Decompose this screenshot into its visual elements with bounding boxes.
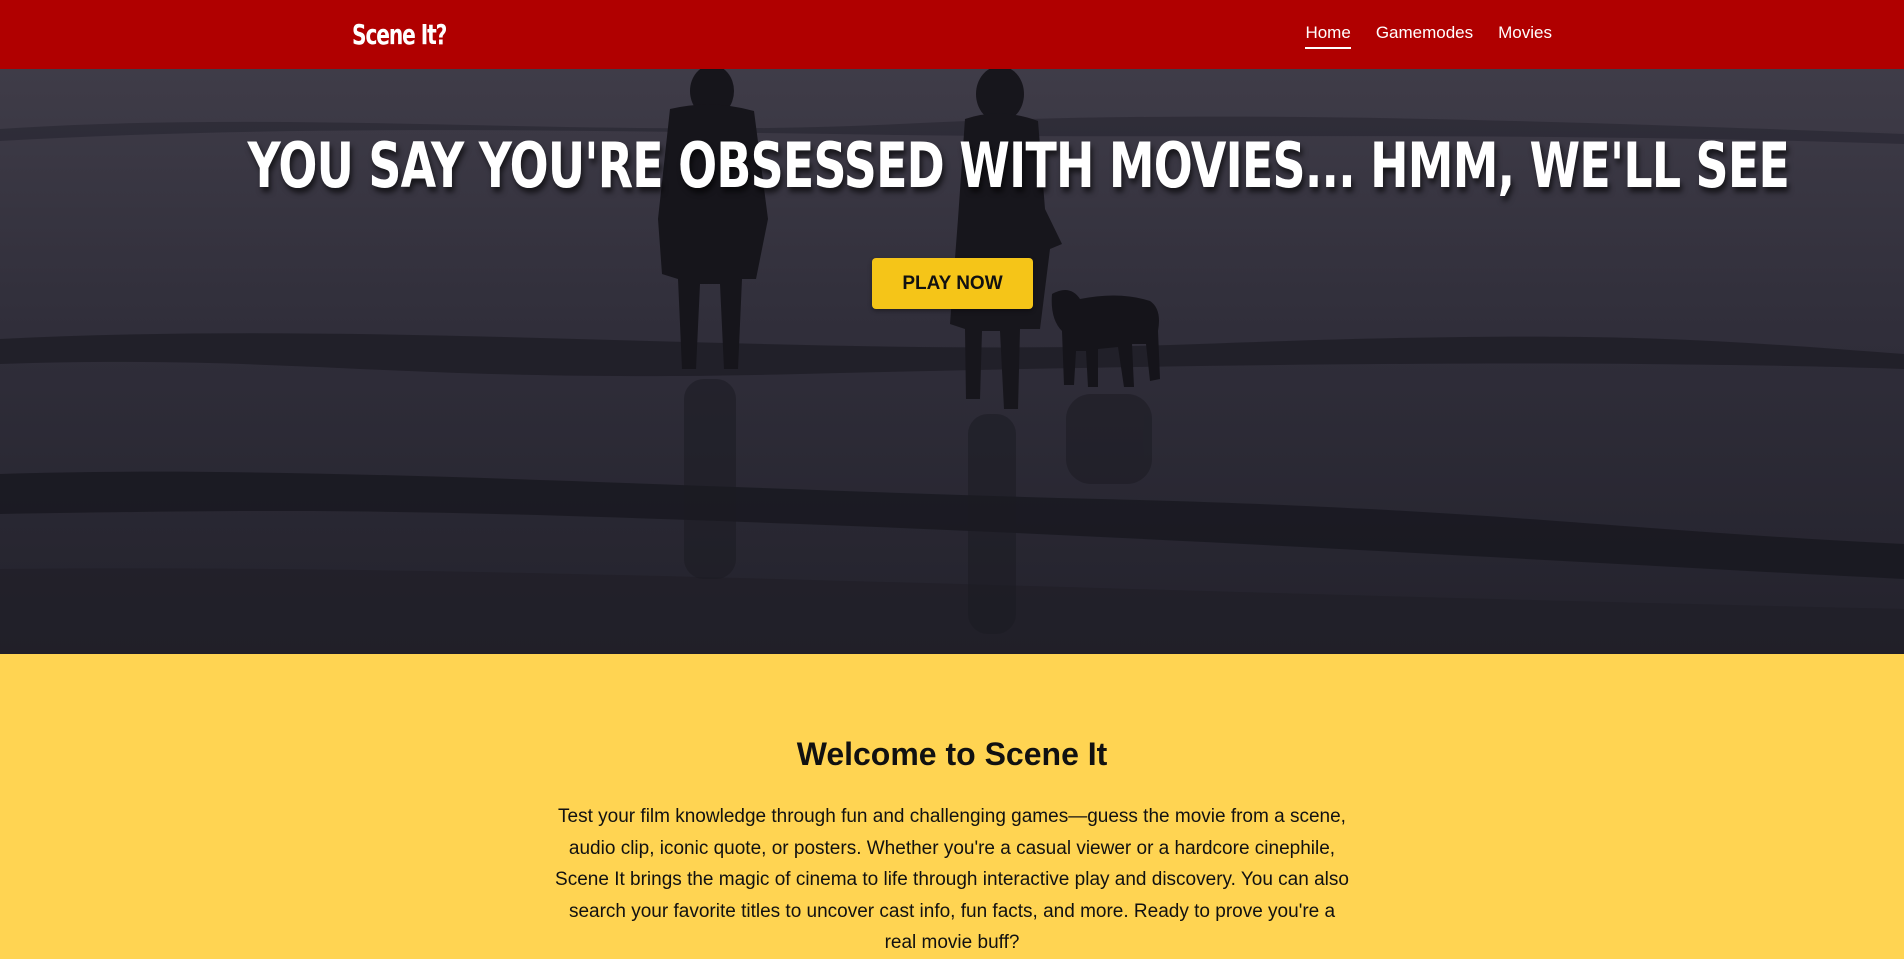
welcome-title: Welcome to Scene It — [796, 736, 1108, 772]
site-logo[interactable]: Scene It? — [352, 15, 447, 55]
welcome-section: Welcome to Scene It Test your film knowl… — [0, 654, 1904, 953]
nav-link-movies[interactable]: Movies — [1498, 22, 1552, 49]
hero-headline: YOU SAY YOU'RE OBSESSED WITH MOVIES... H… — [247, 129, 1790, 202]
play-now-button[interactable]: PLAY NOW — [872, 258, 1033, 309]
nav-link-gamemodes[interactable]: Gamemodes — [1376, 22, 1473, 49]
hero-section: YOU SAY YOU'RE OBSESSED WITH MOVIES... H… — [0, 69, 1904, 654]
welcome-description: Test your film knowledge through fun and… — [555, 806, 1349, 953]
nav-links: Home Gamemodes Movies — [1305, 22, 1552, 49]
nav-link-home[interactable]: Home — [1305, 22, 1351, 49]
navbar: Scene It? Home Gamemodes Movies — [0, 0, 1904, 69]
